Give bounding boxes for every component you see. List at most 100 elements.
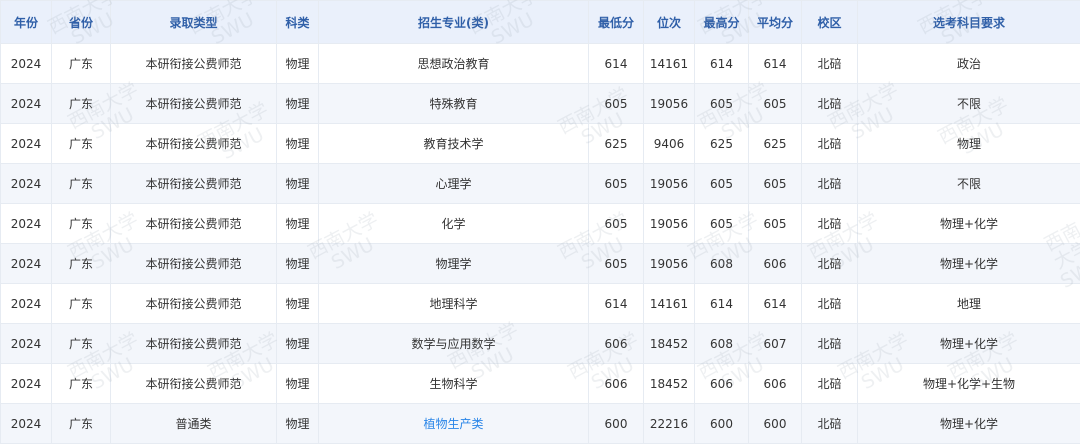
subject-requirement-cell: 政治	[857, 43, 1080, 84]
year-cell: 2024	[0, 123, 52, 164]
subject-requirement-cell: 不限	[857, 163, 1080, 204]
avg-score-cell: 606	[748, 363, 802, 404]
min-score-cell: 605	[588, 203, 644, 244]
subject-requirement-cell: 物理+化学	[857, 243, 1080, 284]
col-header-avg-score: 平均分	[748, 0, 802, 44]
table-row: 2024 广东 本研衔接公费师范 物理 生物科学 606 18452 606 606 北碚 物理+化…	[0, 363, 1080, 404]
major-cell: 心理学	[318, 163, 589, 204]
min-score-cell: 606	[588, 363, 644, 404]
major-cell: 教育技术学	[318, 123, 589, 164]
admission-type-cell: 本研衔接公费师范	[110, 323, 277, 364]
admission-type-cell: 普通类	[110, 403, 277, 444]
major-link[interactable]: 植物生产类	[318, 403, 589, 444]
year-cell: 2024	[0, 43, 52, 84]
table-row: 2024 广东 本研衔接公费师范 物理 教育技术学 625 9406 625 625 北碚 物理	[0, 123, 1080, 164]
campus-cell: 北碚	[801, 83, 858, 124]
table-row: 2024 广东 本研衔接公费师范 物理 心理学 605 19056 605 605 北碚 不限	[0, 163, 1080, 204]
col-header-admission-type: 录取类型	[110, 0, 277, 44]
rank-cell: 14161	[643, 43, 695, 84]
province-cell: 广东	[51, 403, 111, 444]
admission-scores-table: 年份 省份 录取类型 科类 招生专业(类) 最低分 位次 最高分 平均分 校区 …	[0, 0, 1080, 444]
avg-score-cell: 600	[748, 403, 802, 444]
max-score-cell: 614	[694, 43, 749, 84]
min-score-cell: 625	[588, 123, 644, 164]
subject-requirement-cell: 不限	[857, 83, 1080, 124]
col-header-min-score: 最低分	[588, 0, 644, 44]
major-cell: 特殊教育	[318, 83, 589, 124]
col-header-subject-track: 科类	[276, 0, 319, 44]
table-row: 2024 广东 本研衔接公费师范 物理 数学与应用数学 606 18452 608 607 北碚物…	[0, 323, 1080, 364]
campus-cell: 北碚	[801, 363, 858, 404]
year-cell: 2024	[0, 323, 52, 364]
campus-cell: 北碚	[801, 123, 858, 164]
min-score-cell: 605	[588, 163, 644, 204]
rank-cell: 19056	[643, 163, 695, 204]
province-cell: 广东	[51, 283, 111, 324]
campus-cell: 北碚	[801, 43, 858, 84]
avg-score-cell: 614	[748, 283, 802, 324]
major-cell: 地理科学	[318, 283, 589, 324]
admission-type-cell: 本研衔接公费师范	[110, 203, 277, 244]
subject-requirement-cell: 物理+化学	[857, 403, 1080, 444]
year-cell: 2024	[0, 283, 52, 324]
min-score-cell: 605	[588, 243, 644, 284]
rank-cell: 18452	[643, 323, 695, 364]
table-row: 2024 广东 本研衔接公费师范 物理 地理科学 614 14161 614 614 北碚 地理	[0, 283, 1080, 324]
avg-score-cell: 605	[748, 83, 802, 124]
major-cell: 数学与应用数学	[318, 323, 589, 364]
rank-cell: 19056	[643, 203, 695, 244]
col-header-year: 年份	[0, 0, 52, 44]
campus-cell: 北碚	[801, 203, 858, 244]
admission-type-cell: 本研衔接公费师范	[110, 43, 277, 84]
col-header-major: 招生专业(类)	[318, 0, 589, 44]
avg-score-cell: 625	[748, 123, 802, 164]
min-score-cell: 600	[588, 403, 644, 444]
subject-track-cell: 物理	[276, 323, 319, 364]
col-header-max-score: 最高分	[694, 0, 749, 44]
subject-requirement-cell: 物理	[857, 123, 1080, 164]
subject-track-cell: 物理	[276, 43, 319, 84]
table-row: 2024 广东 本研衔接公费师范 物理 化学 605 19056 605 605 北碚 物理+化学	[0, 203, 1080, 244]
subject-requirement-cell: 物理+化学	[857, 203, 1080, 244]
admission-type-cell: 本研衔接公费师范	[110, 283, 277, 324]
admission-type-cell: 本研衔接公费师范	[110, 83, 277, 124]
max-score-cell: 608	[694, 323, 749, 364]
year-cell: 2024	[0, 83, 52, 124]
major-cell: 物理学	[318, 243, 589, 284]
admission-type-cell: 本研衔接公费师范	[110, 163, 277, 204]
avg-score-cell: 607	[748, 323, 802, 364]
min-score-cell: 614	[588, 43, 644, 84]
major-cell: 思想政治教育	[318, 43, 589, 84]
rank-cell: 19056	[643, 243, 695, 284]
campus-cell: 北碚	[801, 403, 858, 444]
max-score-cell: 605	[694, 203, 749, 244]
year-cell: 2024	[0, 363, 52, 404]
max-score-cell: 608	[694, 243, 749, 284]
province-cell: 广东	[51, 43, 111, 84]
province-cell: 广东	[51, 203, 111, 244]
table-row: 2024 广东 本研衔接公费师范 物理 物理学 605 19056 608 606 北碚 物理+化学	[0, 243, 1080, 284]
table-row: 2024 广东 本研衔接公费师范 物理 特殊教育 605 19056 605 605 北碚 不限	[0, 83, 1080, 124]
subject-track-cell: 物理	[276, 283, 319, 324]
max-score-cell: 625	[694, 123, 749, 164]
table-header-row: 年份 省份 录取类型 科类 招生专业(类) 最低分 位次 最高分 平均分 校区 …	[0, 0, 1080, 44]
year-cell: 2024	[0, 163, 52, 204]
col-header-rank: 位次	[643, 0, 695, 44]
campus-cell: 北碚	[801, 243, 858, 284]
subject-track-cell: 物理	[276, 403, 319, 444]
subject-track-cell: 物理	[276, 123, 319, 164]
rank-cell: 22216	[643, 403, 695, 444]
province-cell: 广东	[51, 163, 111, 204]
province-cell: 广东	[51, 323, 111, 364]
subject-track-cell: 物理	[276, 83, 319, 124]
min-score-cell: 605	[588, 83, 644, 124]
col-header-subject-requirement: 选考科目要求	[857, 0, 1080, 44]
province-cell: 广东	[51, 123, 111, 164]
subject-requirement-cell: 物理+化学	[857, 323, 1080, 364]
rank-cell: 19056	[643, 83, 695, 124]
year-cell: 2024	[0, 243, 52, 284]
subject-track-cell: 物理	[276, 203, 319, 244]
major-cell: 生物科学	[318, 363, 589, 404]
year-cell: 2024	[0, 403, 52, 444]
major-cell: 化学	[318, 203, 589, 244]
